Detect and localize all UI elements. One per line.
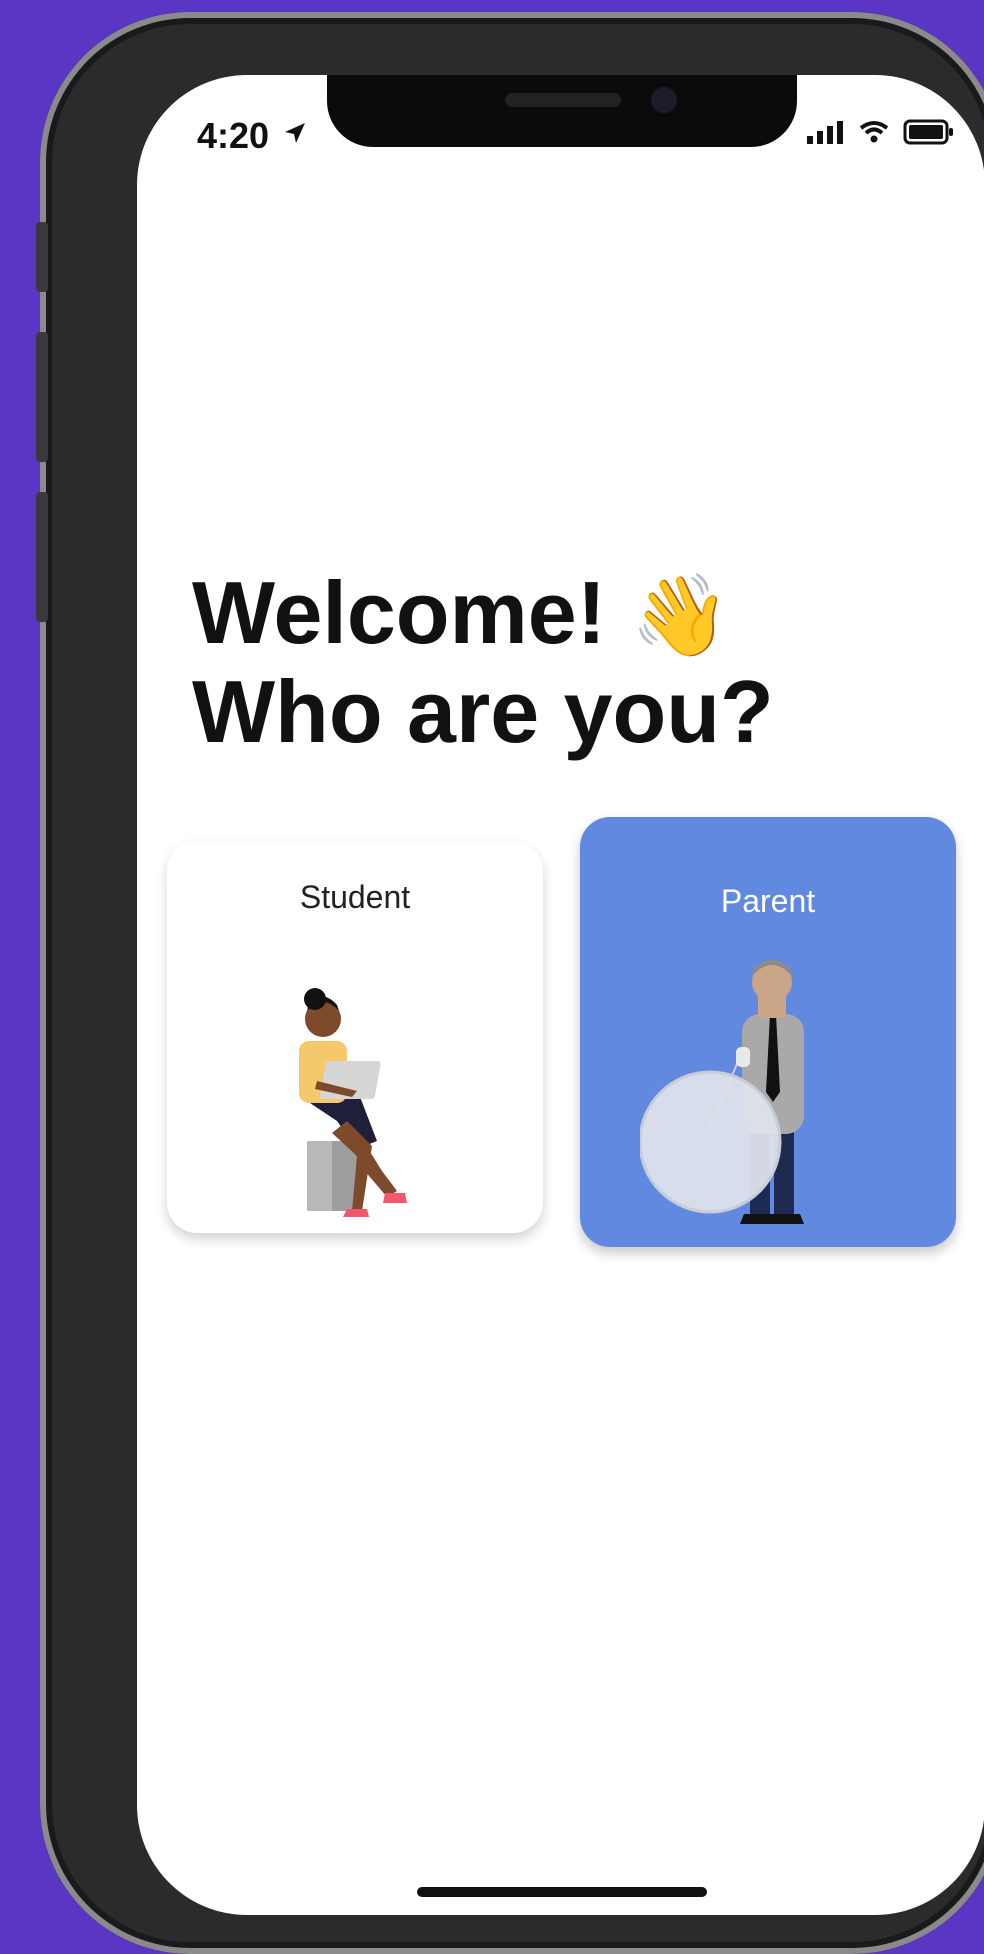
speaker-grille [505, 93, 621, 107]
signal-icon [807, 121, 843, 144]
student-role-card[interactable]: Student [167, 841, 543, 1233]
status-icons [805, 119, 955, 145]
phone-notch [327, 75, 797, 147]
front-camera [651, 87, 677, 113]
student-label: Student [299, 879, 411, 915]
parent-label: Parent [720, 883, 816, 919]
parent-role-card[interactable]: Parent [580, 817, 956, 1247]
phone-volume-up-button [36, 332, 48, 462]
who-are-you-line: Who are you? [192, 662, 774, 761]
wifi-icon [859, 121, 889, 143]
app-screen: 4:20 Welcome! 👋 Who are you? Student Par… [137, 75, 984, 1915]
phone-volume-down-button [36, 492, 48, 622]
battery-icon [903, 119, 953, 145]
parent-illustration [640, 960, 804, 1224]
welcome-line: Welcome! [192, 563, 607, 662]
student-illustration [299, 988, 407, 1217]
home-indicator [417, 1887, 707, 1897]
status-time: 4:20 [197, 115, 270, 156]
location-arrow-icon [285, 123, 305, 143]
waving-hand-emoji: 👋 [630, 571, 731, 660]
phone-frame: 4:20 Welcome! 👋 Who are you? Student Par… [36, 12, 984, 1954]
welcome-headline: Welcome! 👋 Who are you? [192, 565, 774, 760]
phone-side-button [36, 222, 48, 292]
